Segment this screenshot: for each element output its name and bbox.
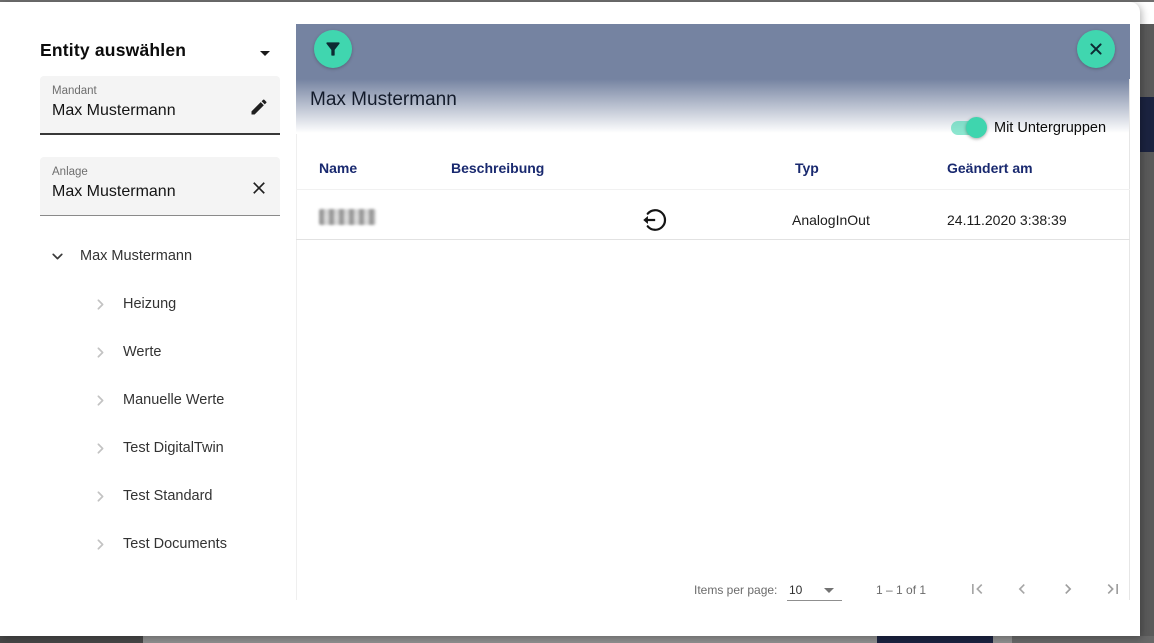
- page-size-select-underline: [787, 600, 842, 601]
- panel-left-edge: [296, 134, 297, 600]
- mandant-field[interactable]: Mandant Max Mustermann: [40, 76, 280, 135]
- chevron-right-icon[interactable]: [91, 391, 109, 409]
- tree-node-manuelle-werte[interactable]: Manuelle Werte: [91, 391, 224, 409]
- tree-node-label: Werte: [123, 344, 162, 360]
- table-cell-typ: AnalogInOut: [792, 212, 870, 228]
- sidebar-title: Entity auswählen: [40, 40, 187, 60]
- next-page-button[interactable]: [1056, 577, 1080, 601]
- chevron-down-icon[interactable]: [48, 247, 66, 265]
- tree-node-test-documents[interactable]: Test Documents: [91, 535, 227, 553]
- pencil-icon: [251, 99, 267, 115]
- chevron-right-icon[interactable]: [91, 295, 109, 313]
- mandant-field-value: Max Mustermann: [52, 102, 176, 119]
- mandant-edit-button[interactable]: [246, 94, 272, 120]
- close-button[interactable]: [1077, 30, 1115, 68]
- tree-node-label: Max Mustermann: [80, 248, 193, 264]
- chevron-right-icon[interactable]: [91, 535, 109, 553]
- items-per-page-label: Items per page:: [694, 583, 778, 597]
- anlage-field-label: Anlage: [52, 166, 88, 178]
- table-row[interactable]: [640, 206, 668, 234]
- chevron-right-icon[interactable]: [91, 487, 109, 505]
- tree-node-heizung[interactable]: Heizung: [91, 295, 176, 313]
- mandant-field-label: Mandant: [52, 85, 97, 97]
- last-page-icon: [1107, 584, 1118, 594]
- anlage-field-value: Max Mustermann: [52, 183, 176, 200]
- bottom-scrollbar-track[interactable]: [143, 636, 877, 643]
- table-row-name-redacted[interactable]: [319, 209, 376, 225]
- sidebar-collapse-button[interactable]: [254, 42, 276, 64]
- chevron-left-icon: [1018, 584, 1025, 594]
- column-header-beschreibung: Beschreibung: [451, 160, 545, 176]
- table-cell-geaendert-am: 24.11.2020 3:38:39: [947, 212, 1067, 228]
- tree-node-label: Test Documents: [123, 536, 227, 552]
- filter-button[interactable]: [314, 30, 352, 68]
- window-frame-right-navy-block: [1140, 97, 1154, 152]
- tree-node-test-digitaltwin[interactable]: Test DigitalTwin: [91, 439, 224, 457]
- tree-node-test-standard[interactable]: Test Standard: [91, 487, 212, 505]
- window-frame-bottom-gray: [993, 636, 1012, 643]
- window-frame-bottom-edge: [1012, 636, 1154, 643]
- chevron-right-icon: [1065, 584, 1072, 594]
- x-clear-icon: [253, 182, 265, 194]
- select-caret-icon[interactable]: [824, 588, 834, 593]
- panel-title: Max Mustermann: [310, 89, 457, 110]
- column-header-typ: Typ: [795, 160, 819, 176]
- arrow-out-of-circle-left-icon: [643, 209, 667, 231]
- panel-header-bar: [296, 24, 1130, 79]
- tree-node-werte[interactable]: Werte: [91, 343, 161, 361]
- chevron-right-icon[interactable]: [91, 439, 109, 457]
- caret-down-icon: [260, 50, 270, 56]
- table-row-divider: [296, 239, 1130, 240]
- funnel-icon: [326, 42, 340, 56]
- tree-node-label: Test Standard: [123, 488, 213, 504]
- window-frame-bottom-navy-block: [877, 636, 993, 643]
- bottom-scrollbar-thumb[interactable]: [0, 636, 143, 643]
- close-icon: [1090, 43, 1102, 55]
- first-page-button[interactable]: [965, 577, 989, 601]
- tree-node-label: Manuelle Werte: [123, 392, 225, 408]
- anlage-clear-button[interactable]: [246, 175, 272, 201]
- page-size-select[interactable]: 10: [789, 583, 802, 597]
- tree-node-label: Heizung: [123, 296, 177, 312]
- paginator-range-label: 1 – 1 of 1: [876, 583, 927, 597]
- first-page-icon: [972, 584, 983, 594]
- anlage-field[interactable]: Anlage Max Mustermann: [40, 157, 280, 216]
- column-header-geaendert-am: Geändert am: [947, 160, 1033, 176]
- subgroups-toggle-thumb[interactable]: [966, 117, 987, 138]
- chevron-right-icon[interactable]: [91, 343, 109, 361]
- column-header-name: Name: [319, 160, 358, 176]
- tree-node-label: Test DigitalTwin: [123, 440, 224, 456]
- tree-node-root[interactable]: Max Mustermann: [48, 247, 192, 265]
- table-header-divider: [296, 189, 1130, 190]
- panel-right-edge: [1129, 79, 1130, 600]
- subgroups-toggle-label: Mit Untergruppen: [994, 120, 1107, 136]
- previous-page-button[interactable]: [1010, 577, 1034, 601]
- last-page-button[interactable]: [1101, 577, 1125, 601]
